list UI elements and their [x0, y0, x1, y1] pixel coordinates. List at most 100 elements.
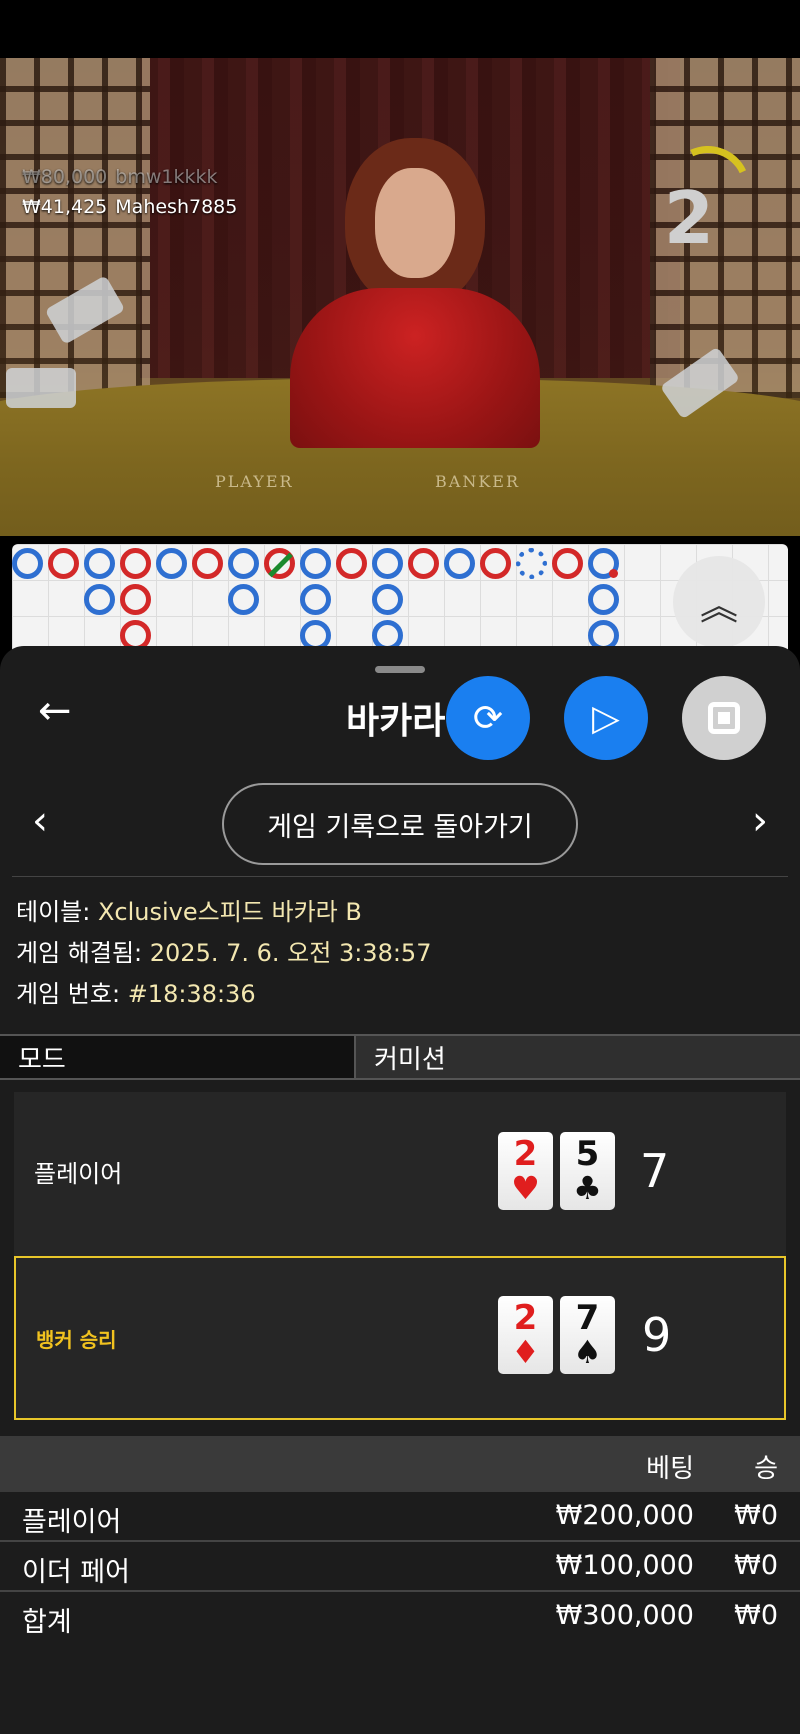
player-hand-label: 플레이어	[34, 1160, 123, 1188]
status-bar	[0, 0, 800, 58]
live-video[interactable]: PLAYER BANKER ₩80,000 bmw1kkkk ₩41,425 Mah…	[0, 58, 800, 536]
player-hand: 플레이어 2 ♥ 5 ♣ 7	[14, 1092, 786, 1256]
card-tray-left	[6, 368, 76, 408]
ticker-entry: ₩41,425 Mahesh7885	[22, 192, 237, 222]
bead-player	[588, 584, 619, 615]
bead-banker-tie	[264, 548, 295, 579]
player-score: 7	[640, 1144, 670, 1198]
bead-player	[444, 548, 475, 579]
banker-hand: 뱅커 승리 2 ♦ 7 ♠ 9	[14, 1256, 786, 1420]
banker-card-2: 7 ♠	[560, 1296, 615, 1374]
card-rank: 2	[513, 1134, 538, 1174]
bet-row: 이더 페어 ₩100,000 ₩0	[0, 1542, 800, 1592]
info-resolved: 게임 해결됨: 2025. 7. 6. 오전 3:38:57	[16, 933, 431, 974]
dealer-head	[375, 168, 455, 278]
expand-roadmap-button[interactable]: ︽	[673, 556, 765, 648]
bet-win: ₩0	[734, 1550, 778, 1581]
player-card-2: 5 ♣	[560, 1132, 615, 1210]
bet-label: 합계	[22, 1607, 72, 1638]
bead-player	[516, 548, 547, 579]
replay-icon: ▷	[592, 697, 620, 739]
banker-card-1: 2 ♦	[498, 1296, 553, 1374]
bets-header-bet: 베팅	[646, 1454, 694, 1484]
rotate-icon: ⟳	[472, 697, 504, 739]
ticker-user: Mahesh7885	[115, 196, 238, 218]
banker-score: 9	[642, 1308, 672, 1362]
info-key: 게임 해결됨:	[16, 939, 143, 967]
sheet-title: 바카라	[346, 701, 446, 742]
next-game-chevron-icon[interactable]: ›	[752, 798, 768, 844]
spade-icon: ♠	[573, 1333, 602, 1371]
heart-icon: ♥	[511, 1169, 540, 1207]
bet-amount: ₩200,000	[555, 1500, 694, 1531]
table-player-label: PLAYER	[215, 472, 294, 491]
game-info: 테이블: Xclusive스피드 바카라 B 게임 해결됨: 2025. 7. …	[16, 892, 431, 1015]
divider	[12, 876, 788, 877]
lattice-panel-left	[0, 58, 150, 398]
diamond-icon: ♦	[511, 1333, 540, 1371]
dealer-body	[290, 288, 540, 448]
bead-banker	[480, 548, 511, 579]
card-rank: 2	[513, 1298, 538, 1338]
info-key: 게임 번호:	[16, 980, 121, 1008]
mode-value: 커미션	[356, 1036, 800, 1078]
road-map[interactable]	[12, 544, 788, 654]
ticker-user: bmw1kkkk	[115, 166, 218, 188]
bead-player	[372, 548, 403, 579]
card-rank: 7	[575, 1298, 600, 1338]
club-icon: ♣	[573, 1169, 602, 1207]
back-to-history-button[interactable]: 게임 기록으로 돌아가기	[222, 783, 578, 865]
card-rank: 5	[575, 1134, 600, 1174]
stop-icon	[708, 702, 740, 734]
rotate-button[interactable]: ⟳	[446, 676, 530, 760]
ticker-entry: ₩80,000 bmw1kkkk	[22, 162, 237, 192]
bead-banker	[336, 548, 367, 579]
bet-amount: ₩100,000	[555, 1550, 694, 1581]
bet-total-row: 합계 ₩300,000 ₩0	[0, 1592, 800, 1642]
stop-button[interactable]	[682, 676, 766, 760]
mode-key: 모드	[0, 1036, 356, 1078]
sheet-drag-handle[interactable]	[375, 666, 425, 673]
ticker-amount: ₩80,000	[22, 166, 108, 188]
info-number: 게임 번호: #18:38:36	[16, 974, 431, 1015]
bet-label: 플레이어	[22, 1507, 122, 1538]
tie-slash-icon	[268, 552, 293, 578]
bead-player	[588, 548, 619, 579]
bets-header: 베팅 승	[0, 1436, 800, 1492]
bead-player	[12, 548, 43, 579]
ticker-amount: ₩41,425	[22, 196, 108, 218]
bead-banker	[192, 548, 223, 579]
bet-row: 플레이어 ₩200,000 ₩0	[0, 1492, 800, 1542]
bead-banker	[120, 584, 151, 615]
bet-amount: ₩300,000	[555, 1600, 694, 1631]
info-table: 테이블: Xclusive스피드 바카라 B	[16, 892, 431, 933]
bead-banker	[120, 548, 151, 579]
hands-panel: 플레이어 2 ♥ 5 ♣ 7 뱅커 승리 2 ♦ 7 ♠ 9	[14, 1092, 786, 1420]
info-value: #18:38:36	[127, 980, 256, 1008]
game-history-sheet: ← 바카라 ⟳ ▷ ‹ 게임 기록으로 돌아가기 › 테이블: Xclusive…	[0, 646, 800, 1734]
bead-player	[228, 584, 259, 615]
bead-banker	[408, 548, 439, 579]
info-value: 2025. 7. 6. 오전 3:38:57	[149, 939, 432, 967]
countdown-timer: 2	[663, 176, 714, 260]
banker-hand-label: 뱅커 승리	[36, 1328, 117, 1352]
bead-player	[300, 548, 331, 579]
bets-header-win: 승	[754, 1454, 778, 1484]
bet-win: ₩0	[734, 1500, 778, 1531]
bead-player	[228, 548, 259, 579]
bead-banker	[48, 548, 79, 579]
previous-game-chevron-icon[interactable]: ‹	[32, 798, 48, 844]
bet-label: 이더 페어	[22, 1557, 130, 1588]
pair-dot-icon	[609, 569, 618, 578]
player-card-1: 2 ♥	[498, 1132, 553, 1210]
replay-button[interactable]: ▷	[564, 676, 648, 760]
mode-row: 모드 커미션	[0, 1034, 800, 1080]
info-value: Xclusive스피드 바카라 B	[97, 898, 362, 926]
bet-win: ₩0	[734, 1600, 778, 1631]
bead-player	[156, 548, 187, 579]
bead-player	[84, 548, 115, 579]
bead-player	[300, 584, 331, 615]
back-arrow-icon[interactable]: ←	[38, 688, 72, 734]
bead-player	[84, 584, 115, 615]
table-banker-label: BANKER	[435, 472, 520, 491]
